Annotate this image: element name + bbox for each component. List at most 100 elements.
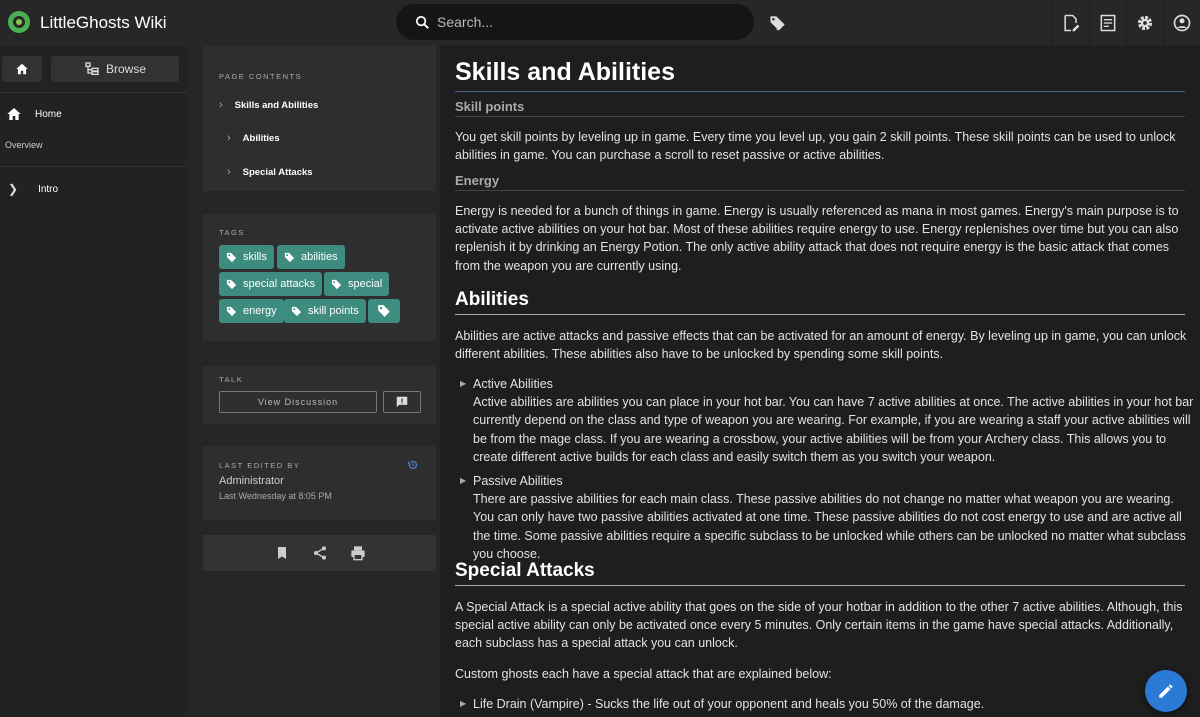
- tag-icon: [291, 306, 302, 316]
- paragraph-abilities: Abilities are active attacks and passive…: [455, 329, 1187, 362]
- tag-label: special attacks: [243, 278, 316, 290]
- browse-icon: [85, 62, 99, 75]
- list-item-passive-abilities[interactable]: ▶ Passive Abilities There are passive ab…: [460, 472, 1195, 563]
- heading-skill-points: Skill points: [455, 99, 525, 114]
- edit-page-button[interactable]: [1052, 0, 1089, 46]
- chevron-right-icon: ›: [219, 99, 223, 111]
- paragraph-energy: Energy is needed for a bunch of things i…: [455, 204, 1179, 273]
- last-edited-label: LAST EDITED BY: [219, 461, 301, 470]
- tag-special[interactable]: special: [324, 272, 390, 296]
- toc-item-label: Abilities: [242, 132, 280, 144]
- browse-button[interactable]: Browse: [51, 56, 179, 82]
- tags-label: TAGS: [219, 228, 245, 237]
- tag-label: energy: [243, 305, 277, 317]
- paragraph-custom-ghosts: Custom ghosts each have a special attack…: [455, 667, 832, 681]
- tag-abilities[interactable]: abilities: [277, 245, 345, 269]
- edit-fab-button[interactable]: [1145, 670, 1187, 712]
- tag-energy[interactable]: energy: [219, 299, 284, 323]
- browse-label: Browse: [105, 62, 146, 76]
- title-underline: [455, 91, 1185, 92]
- list-item-text: There are passive abilities for each mai…: [473, 492, 1186, 561]
- tag-empty[interactable]: [368, 299, 400, 323]
- tag-icon: [378, 305, 390, 317]
- page-info-panel: PAGE CONTENTS › Skills and Abilities › A…: [188, 46, 440, 717]
- tag-skill-points[interactable]: skill points: [284, 299, 366, 323]
- divider: [455, 190, 1185, 191]
- tag-label: skill points: [308, 305, 359, 317]
- sidebar-item-overview[interactable]: Overview: [5, 140, 43, 150]
- page-content: Skills and Abilities Skill points You ge…: [440, 46, 1200, 717]
- list-item-text: Life Drain (Vampire) - Sucks the life ou…: [473, 697, 985, 711]
- tag-icon: [284, 252, 295, 262]
- chevron-right-icon[interactable]: ❯: [8, 182, 18, 196]
- logo-icon[interactable]: [8, 11, 30, 33]
- talk-card: TALK View Discussion: [203, 366, 436, 424]
- print-icon[interactable]: [350, 545, 366, 561]
- divider: [455, 116, 1185, 117]
- list-item-title: Passive Abilities: [473, 474, 563, 488]
- talk-label: TALK: [219, 375, 244, 384]
- divider: [0, 92, 187, 93]
- edited-time: Last Wednesday at 8:05 PM: [219, 491, 332, 501]
- heading-energy: Energy: [455, 173, 500, 188]
- chat-icon: [396, 396, 408, 408]
- paragraph-skill-points: You get skill points by leveling up in g…: [455, 130, 1176, 163]
- share-icon[interactable]: [312, 545, 328, 561]
- view-discussion-button[interactable]: View Discussion: [219, 391, 377, 413]
- sidebar-item-home[interactable]: Home: [6, 106, 62, 122]
- search-box[interactable]: [396, 4, 754, 40]
- tags-card: TAGS skills abilities special attacks sp…: [203, 214, 436, 341]
- notes-button[interactable]: [1089, 0, 1126, 46]
- tag-special-attacks[interactable]: special attacks: [219, 272, 323, 296]
- home-button[interactable]: [2, 56, 42, 82]
- tag-icon: [331, 279, 342, 289]
- list-item-life-drain[interactable]: ▶ Life Drain (Vampire) - Sucks the life …: [460, 695, 1195, 713]
- heading-abilities: Abilities: [455, 289, 529, 310]
- new-comment-button[interactable]: [383, 391, 421, 413]
- history-icon[interactable]: [407, 459, 419, 471]
- triangle-right-icon: ▶: [460, 379, 467, 388]
- divider: [0, 166, 187, 167]
- toc-item-skills-and-abilities[interactable]: › Skills and Abilities: [219, 99, 318, 111]
- home-icon: [16, 63, 28, 75]
- sidebar: Browse Home Overview ❯ Intro: [0, 46, 187, 717]
- page-title: Skills and Abilities: [455, 58, 675, 86]
- top-bar: LittleGhosts Wiki: [0, 0, 1200, 46]
- page-actions: [203, 535, 436, 571]
- toc-item-abilities[interactable]: › Abilities: [227, 132, 280, 144]
- pencil-icon: [1159, 684, 1173, 698]
- editor-name[interactable]: Administrator: [219, 475, 284, 487]
- tag-label: skills: [243, 251, 267, 263]
- notes-icon: [1100, 14, 1116, 32]
- divider: [455, 585, 1185, 586]
- page-contents-card: PAGE CONTENTS › Skills and Abilities › A…: [203, 46, 436, 191]
- account-button[interactable]: [1163, 0, 1200, 46]
- tag-icon: [226, 306, 237, 316]
- list-item-active-abilities[interactable]: ▶ Active Abilities Active abilities are …: [460, 375, 1195, 466]
- tag-icon[interactable]: [768, 13, 788, 33]
- triangle-right-icon: ▶: [460, 476, 467, 485]
- bookmark-icon[interactable]: [274, 545, 290, 561]
- search-input[interactable]: [437, 14, 737, 30]
- settings-button[interactable]: [1126, 0, 1163, 46]
- account-icon: [1173, 14, 1191, 32]
- tag-skills[interactable]: skills: [219, 245, 274, 269]
- home-icon: [7, 108, 21, 120]
- chevron-right-icon: ›: [227, 132, 231, 144]
- sidebar-item-label: Intro: [38, 183, 59, 195]
- heading-special-attacks: Special Attacks: [455, 560, 595, 581]
- tag-icon: [226, 252, 237, 262]
- page-contents-label: PAGE CONTENTS: [219, 72, 303, 81]
- sidebar-item-label: Home: [35, 108, 62, 120]
- sidebar-item-intro[interactable]: ❯ Intro: [8, 182, 58, 196]
- toc-item-special-attacks[interactable]: › Special Attacks: [227, 166, 313, 178]
- tag-label: abilities: [301, 251, 338, 263]
- toc-item-label: Skills and Abilities: [234, 99, 319, 111]
- list-item-title: Active Abilities: [473, 377, 553, 391]
- tag-label: special: [348, 278, 383, 290]
- triangle-right-icon: ▶: [460, 699, 467, 708]
- toc-item-label: Special Attacks: [242, 166, 313, 178]
- app-title[interactable]: LittleGhosts Wiki: [40, 13, 167, 33]
- chevron-right-icon: ›: [227, 166, 231, 178]
- list-item-text: Active abilities are abilities you can p…: [473, 395, 1194, 464]
